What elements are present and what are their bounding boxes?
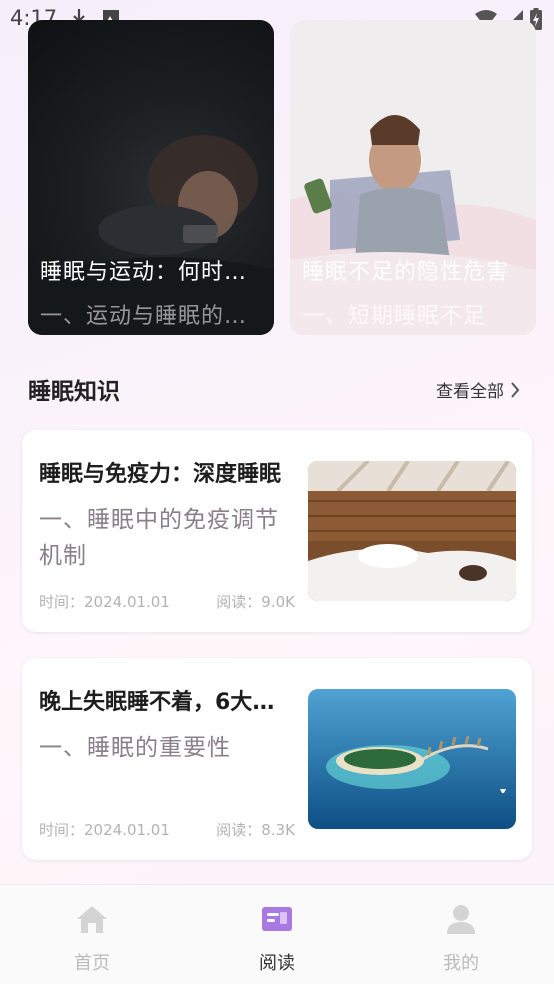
see-all-label: 查看全部: [436, 382, 504, 402]
nav-label-read: 阅读: [259, 953, 295, 974]
nav-item-read[interactable]: 阅读: [217, 903, 337, 975]
chevron-right-icon: [511, 381, 520, 398]
book-icon: [262, 907, 292, 931]
nav-item-mine[interactable]: 我的: [401, 903, 521, 975]
article-meta: 时间：2024.01.01 阅读：9.0K: [39, 591, 295, 612]
article-card[interactable]: 晚上失眠睡不着，6大方法 一、睡眠的重要性 时间：2024.01.01 阅读：8…: [22, 658, 532, 860]
article-reads: 阅读：8.3K: [216, 821, 295, 839]
banner-image-man-bed: [290, 20, 536, 335]
banner-subtitle: 一、短期睡眠不足: [302, 304, 487, 329]
bedroom-image: [308, 461, 516, 601]
nav-item-home[interactable]: 首页: [32, 903, 152, 975]
banner-subtitle: 一、运动与睡眠的关系: [40, 304, 260, 329]
nav-label-home: 首页: [74, 953, 110, 974]
nav-label-mine: 我的: [443, 953, 479, 974]
article-excerpt: 一、睡眠的重要性: [39, 735, 231, 761]
see-all-link[interactable]: 查看全部: [436, 377, 520, 402]
article-time: 时间：2024.01.01: [39, 821, 170, 839]
banner-card-sleep-deprivation[interactable]: 睡眠不足的隐性危害 一、短期睡眠不足: [290, 20, 536, 335]
island-image: [308, 689, 516, 829]
article-thumbnail-island: [308, 689, 516, 829]
article-card[interactable]: 睡眠与免疫力：深度睡眠 一、睡眠中的免疫调节机制 时间：2024.01.01 阅…: [22, 430, 532, 632]
article-reads: 阅读：9.0K: [216, 593, 295, 611]
banner-title: 睡眠与运动：何时运动: [40, 260, 260, 285]
home-icon: [77, 906, 107, 933]
bottom-nav: 首页 阅读 我的: [0, 884, 554, 984]
banner-image-woman-phone: [28, 135, 274, 335]
article-thumbnail-bedroom: [308, 461, 516, 601]
article-meta: 时间：2024.01.01 阅读：8.3K: [39, 819, 295, 840]
article-title: 睡眠与免疫力：深度睡眠: [39, 462, 282, 487]
article-time: 时间：2024.01.01: [39, 593, 170, 611]
user-icon: [447, 905, 475, 934]
banner-title: 睡眠不足的隐性危害: [302, 260, 510, 285]
article-title: 晚上失眠睡不着，6大方法: [39, 690, 295, 715]
banner-card-exercise[interactable]: 睡眠与运动：何时运动 一、运动与睡眠的关系: [28, 20, 274, 335]
article-excerpt: 一、睡眠中的免疫调节机制: [39, 507, 279, 569]
section-title: 睡眠知识: [28, 379, 120, 405]
